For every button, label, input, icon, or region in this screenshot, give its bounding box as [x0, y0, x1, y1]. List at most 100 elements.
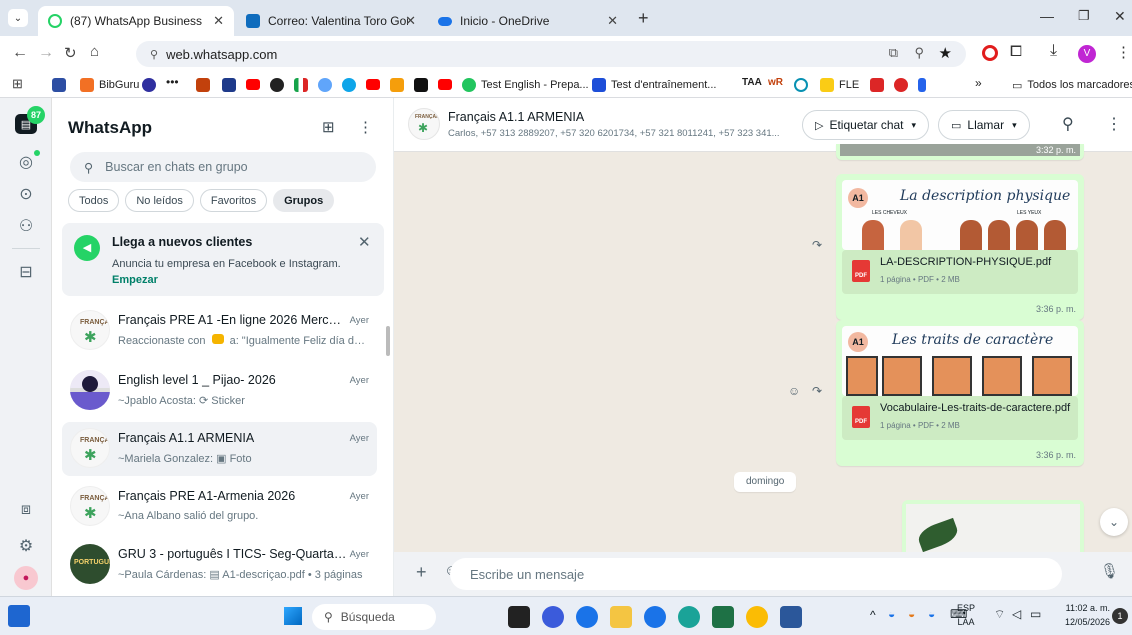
communities-icon[interactable]: ⚇ — [14, 214, 38, 238]
excel-icon[interactable] — [712, 606, 734, 628]
media-icon[interactable]: ⧈ — [14, 498, 38, 522]
bookmark-icon[interactable] — [142, 78, 156, 92]
attach-icon[interactable]: + — [416, 562, 427, 583]
apps-icon[interactable]: ⊞ — [12, 76, 23, 92]
message-bubble[interactable]: A1 Les traits de caractère PDF Vocabulai… — [836, 320, 1084, 466]
reload-icon[interactable]: ↻ — [64, 44, 77, 62]
bookmark-test-english[interactable]: Test English - Prepa... — [462, 76, 589, 94]
close-tab-icon[interactable]: ✕ — [213, 13, 224, 29]
menu-icon[interactable]: ⋮ — [1106, 114, 1122, 134]
promo-cta[interactable]: Empezar — [112, 274, 158, 286]
bookmark-icon[interactable] — [222, 78, 236, 92]
bookmark-icon[interactable] — [52, 78, 66, 92]
bookmark-icon[interactable] — [342, 78, 356, 92]
catalog-icon[interactable]: ⊟ — [14, 260, 38, 284]
zoom-icon[interactable]: ⚲ — [914, 45, 924, 61]
app-icon[interactable] — [644, 606, 666, 628]
youtube-icon[interactable] — [366, 79, 380, 90]
notification-badge[interactable]: 1 — [1112, 608, 1128, 624]
filter-grupos[interactable]: Grupos — [273, 189, 335, 212]
bookmark-icon[interactable] — [918, 78, 926, 92]
bookmark-icon[interactable] — [414, 78, 428, 92]
start-icon[interactable] — [284, 607, 302, 625]
group-avatar[interactable]: FRANÇAIS ✱ — [408, 108, 440, 140]
promo-banner[interactable]: ◀ Llega a nuevos clientes Anuncia tu emp… — [62, 223, 384, 296]
site-info-icon[interactable]: ⚲ — [150, 48, 158, 61]
forward-icon[interactable]: ↷ — [812, 384, 822, 398]
bookmark-icon[interactable] — [318, 78, 332, 92]
bookmark-icon[interactable] — [270, 78, 284, 92]
extensions-icon[interactable]: ⧠ — [1010, 43, 1022, 60]
chat-row[interactable]: PORTUGUÊS GRU 3 - português I TICS- Seg-… — [62, 538, 377, 592]
youtube-icon[interactable] — [246, 79, 260, 90]
message-bubble[interactable] — [902, 500, 1084, 553]
download-icon[interactable]: ⤓ — [1050, 42, 1057, 60]
close-tab-icon[interactable]: ✕ — [607, 13, 618, 29]
close-icon[interactable]: ✕ — [358, 233, 371, 251]
scroll-down-button[interactable]: ⌄ — [1100, 508, 1128, 536]
filter-no-leidos[interactable]: No leídos — [125, 189, 194, 212]
tab-onedrive[interactable]: Inicio - OneDrive ✕ — [428, 6, 628, 36]
taskbar-search[interactable]: ⚲ Búsqueda — [312, 604, 436, 630]
tray-icon[interactable]: ◒ — [888, 607, 895, 621]
all-bookmarks[interactable]: ▭ Todos los marcadores — [1012, 76, 1132, 94]
bookmark-bibguru[interactable]: BibGuru — [80, 76, 139, 94]
list-scrollbar[interactable] — [386, 326, 390, 356]
minimize-button[interactable]: — — [1040, 8, 1054, 24]
app-icon[interactable] — [508, 606, 530, 628]
opera-extension-icon[interactable] — [982, 45, 998, 61]
chat-row[interactable]: FRANÇAIS ✱ Français PRE A1-Armenia 2026 … — [62, 480, 377, 534]
chat-row[interactable]: FRANÇAIS ✱ Français PRE A1 -En ligne 202… — [62, 304, 377, 358]
close-tab-icon[interactable]: ✕ — [405, 13, 416, 29]
forward-icon[interactable]: ↷ — [812, 238, 822, 252]
bookmark-icon[interactable]: TAA — [742, 77, 762, 88]
pdf-attachment[interactable]: PDF LA-DESCRIPTION-PHYSIQUE.pdf 1 página… — [842, 250, 1078, 294]
clock[interactable]: 11:02 a. m. 12/05/2026 — [1050, 601, 1110, 629]
profile-icon[interactable]: ● — [14, 566, 38, 590]
youtube-icon[interactable] — [438, 79, 452, 90]
search-icon[interactable]: ⚲ — [1062, 114, 1074, 134]
more-bookmarks-icon[interactable]: » — [975, 76, 982, 90]
message-bubble[interactable]: A1 La description physique LES CHEVEUX L… — [836, 174, 1084, 320]
call-button[interactable]: ▭ Llamar ▾ — [938, 110, 1030, 140]
chevron-up-icon[interactable]: ^ — [870, 608, 876, 622]
bookmark-icon[interactable] — [894, 78, 908, 92]
microphone-icon[interactable]: 🎙 — [1100, 562, 1119, 580]
profile-avatar[interactable]: V — [1078, 45, 1096, 63]
back-icon[interactable]: ← — [12, 44, 28, 62]
label-chat-button[interactable]: ▷ Etiquetar chat ▾ — [802, 110, 930, 140]
widgets-icon[interactable] — [8, 605, 30, 627]
app-icon[interactable] — [542, 606, 564, 628]
close-window-button[interactable]: ✕ — [1114, 8, 1126, 25]
volume-icon[interactable]: ◁ — [1012, 607, 1021, 621]
bookmark-icon[interactable] — [794, 78, 808, 92]
tab-search-chevron-icon[interactable]: ⌄ — [8, 9, 28, 27]
chat-row[interactable]: FRANÇAIS ✱ Français A1.1 ARMENIA Ayer ~M… — [62, 422, 377, 476]
forward-icon[interactable]: → — [38, 44, 54, 62]
filter-todos[interactable]: Todos — [68, 189, 120, 212]
settings-icon[interactable]: ⚙ — [14, 534, 38, 558]
tray-icon[interactable]: ◒ — [928, 607, 935, 621]
bookmark-icon[interactable] — [294, 78, 308, 92]
filter-favoritos[interactable]: Favoritos — [199, 189, 268, 212]
chrome-icon[interactable] — [746, 606, 768, 628]
message-bubble[interactable]: 3:32 p. m. — [836, 144, 1084, 160]
wifi-icon[interactable]: ⌔ — [994, 607, 1005, 622]
url-field[interactable]: ⚲ web.whatsapp.com ★ ⚲ ⧉ — [136, 41, 966, 67]
edge-icon[interactable] — [678, 606, 700, 628]
tray-icon[interactable]: ◒ — [908, 607, 915, 621]
pdf-attachment[interactable]: PDF Vocabulaire-Les-traits-de-caractere.… — [842, 396, 1078, 440]
home-icon[interactable]: ⌂ — [90, 43, 99, 60]
bookmark-icon[interactable] — [870, 78, 884, 92]
app-icon[interactable] — [576, 606, 598, 628]
bookmark-star-icon[interactable]: ★ — [939, 44, 952, 62]
message-input[interactable]: Escribe un mensaje — [450, 558, 1062, 590]
tab-outlook[interactable]: Correo: Valentina Toro Gomez ✕ — [236, 6, 426, 36]
bookmark-icon[interactable] — [196, 78, 210, 92]
language-indicator[interactable]: ESP LAA — [956, 601, 976, 629]
folder-icon[interactable] — [610, 606, 632, 628]
new-tab-button[interactable]: + — [638, 8, 649, 29]
bookmark-icon[interactable]: wR — [768, 77, 783, 88]
menu-icon[interactable]: ⋮ — [1116, 43, 1131, 61]
bookmark-fle[interactable]: FLE — [820, 76, 859, 94]
